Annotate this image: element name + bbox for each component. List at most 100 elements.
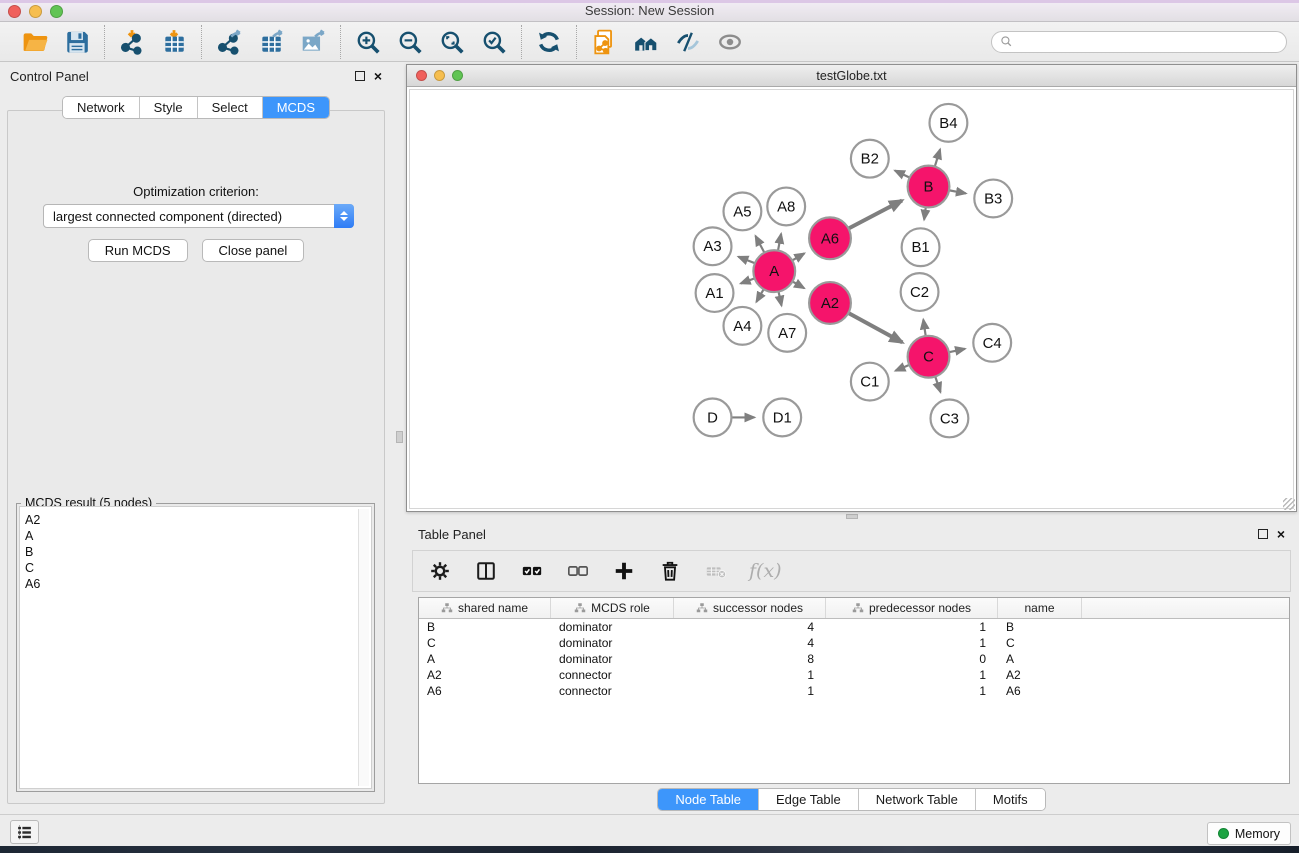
network-window-titlebar[interactable]: testGlobe.txt bbox=[407, 65, 1296, 87]
tab-select[interactable]: Select bbox=[198, 97, 263, 118]
close-panel-button[interactable]: Close panel bbox=[202, 239, 305, 262]
node-table[interactable]: shared nameMCDS rolesuccessor nodesprede… bbox=[418, 597, 1290, 784]
memory-button[interactable]: Memory bbox=[1207, 822, 1291, 845]
column-header-successor-nodes[interactable]: successor nodes bbox=[674, 598, 826, 618]
refresh-icon[interactable] bbox=[535, 28, 563, 56]
graph-node-B3[interactable]: B3 bbox=[974, 180, 1012, 218]
graph-node-B2[interactable]: B2 bbox=[851, 140, 889, 178]
resize-grip-icon[interactable] bbox=[1283, 498, 1295, 510]
close-panel-icon[interactable]: × bbox=[374, 71, 382, 81]
home-icon[interactable] bbox=[632, 28, 660, 56]
graph-edge bbox=[895, 364, 910, 370]
export-image-icon[interactable] bbox=[299, 28, 327, 56]
table-row[interactable]: Bdominator41B bbox=[419, 619, 1289, 635]
mcds-result-list[interactable]: A2ABCA6 bbox=[19, 506, 372, 789]
graph-node-C3[interactable]: C3 bbox=[931, 400, 969, 438]
zoom-out-icon[interactable] bbox=[396, 28, 424, 56]
graph-node-B[interactable]: B bbox=[908, 166, 950, 208]
graph-edge bbox=[948, 190, 966, 193]
graph-node-C4[interactable]: C4 bbox=[973, 324, 1011, 362]
svg-text:B: B bbox=[924, 179, 934, 196]
search-field[interactable] bbox=[991, 31, 1287, 53]
graph-node-A[interactable]: A bbox=[753, 250, 795, 292]
svg-text:B4: B4 bbox=[939, 115, 957, 132]
graph-node-B1[interactable]: B1 bbox=[902, 228, 940, 266]
graph-node-A3[interactable]: A3 bbox=[694, 227, 732, 265]
network-minimize-button[interactable] bbox=[434, 70, 445, 81]
tab-style[interactable]: Style bbox=[140, 97, 198, 118]
table-row[interactable]: A2connector11A2 bbox=[419, 667, 1289, 683]
tab-network[interactable]: Network bbox=[63, 97, 140, 118]
import-network-icon[interactable] bbox=[118, 28, 146, 56]
svg-text:A3: A3 bbox=[703, 238, 721, 255]
column-layout-icon[interactable] bbox=[473, 558, 499, 584]
task-history-button[interactable] bbox=[10, 820, 39, 844]
column-header-MCDS-role[interactable]: MCDS role bbox=[551, 598, 674, 618]
tab-node-table[interactable]: Node Table bbox=[658, 789, 759, 810]
graph-node-D[interactable]: D bbox=[694, 399, 732, 437]
graph-node-B4[interactable]: B4 bbox=[930, 104, 968, 142]
settings-gear-icon[interactable] bbox=[427, 558, 453, 584]
float-panel-icon[interactable] bbox=[355, 71, 365, 81]
save-icon[interactable] bbox=[63, 28, 91, 56]
scrollbar[interactable] bbox=[358, 509, 369, 786]
result-list-item[interactable]: B bbox=[25, 544, 371, 560]
zoom-selected-icon[interactable] bbox=[480, 28, 508, 56]
column-header-name[interactable]: name bbox=[998, 598, 1082, 618]
export-network-icon[interactable] bbox=[215, 28, 243, 56]
graph-edge bbox=[778, 234, 781, 252]
deselect-all-icon[interactable] bbox=[565, 558, 591, 584]
network-close-button[interactable] bbox=[416, 70, 427, 81]
network-zoom-button[interactable] bbox=[452, 70, 463, 81]
table-row[interactable]: Cdominator41C bbox=[419, 635, 1289, 651]
graph-node-D1[interactable]: D1 bbox=[763, 399, 801, 437]
table-body: Bdominator41BCdominator41CAdominator80AA… bbox=[419, 619, 1289, 699]
result-list-item[interactable]: C bbox=[25, 560, 371, 576]
column-header-predecessor-nodes[interactable]: predecessor nodes bbox=[826, 598, 998, 618]
vertical-splitter-handle[interactable] bbox=[396, 431, 403, 443]
graph-node-A1[interactable]: A1 bbox=[696, 274, 734, 312]
delete-table-icon[interactable] bbox=[703, 558, 729, 584]
float-table-panel-icon[interactable] bbox=[1258, 529, 1268, 539]
graph-node-A2[interactable]: A2 bbox=[809, 282, 851, 324]
desktop-background bbox=[0, 846, 1299, 853]
export-table-icon[interactable] bbox=[257, 28, 285, 56]
open-folder-icon[interactable] bbox=[21, 28, 49, 56]
search-input[interactable] bbox=[1018, 35, 1278, 49]
graph-node-A5[interactable]: A5 bbox=[724, 193, 762, 231]
table-row[interactable]: A6connector11A6 bbox=[419, 683, 1289, 699]
graph-node-C[interactable]: C bbox=[908, 336, 950, 378]
horizontal-splitter-handle[interactable] bbox=[846, 514, 858, 519]
select-all-icon[interactable] bbox=[519, 558, 545, 584]
graph-node-A8[interactable]: A8 bbox=[767, 188, 805, 226]
zoom-fit-icon[interactable] bbox=[438, 28, 466, 56]
graph-node-A7[interactable]: A7 bbox=[768, 314, 806, 352]
result-list-item[interactable]: A2 bbox=[25, 512, 371, 528]
run-mcds-button[interactable]: Run MCDS bbox=[88, 239, 188, 262]
dropdown-stepper-icon[interactable] bbox=[334, 204, 354, 228]
function-builder-icon[interactable]: f(x) bbox=[749, 560, 782, 582]
delete-row-icon[interactable] bbox=[657, 558, 683, 584]
graph-node-A4[interactable]: A4 bbox=[724, 307, 762, 345]
graph-node-C1[interactable]: C1 bbox=[851, 363, 889, 401]
import-table-icon[interactable] bbox=[160, 28, 188, 56]
column-header-shared-name[interactable]: shared name bbox=[419, 598, 551, 618]
copy-network-icon[interactable] bbox=[590, 28, 618, 56]
tab-edge-table[interactable]: Edge Table bbox=[759, 789, 859, 810]
table-row[interactable]: Adominator80A bbox=[419, 651, 1289, 667]
zoom-in-icon[interactable] bbox=[354, 28, 382, 56]
graph-node-A6[interactable]: A6 bbox=[809, 217, 851, 259]
graph-node-C2[interactable]: C2 bbox=[901, 273, 939, 311]
tab-mcds[interactable]: MCDS bbox=[263, 97, 329, 118]
tab-network-table[interactable]: Network Table bbox=[859, 789, 976, 810]
network-canvas[interactable]: A A1 A2 A3 A4 A5 A6 A7 A8 B B1 B2 B3 B4 C C1 C2 C3C4 D D1 bbox=[409, 89, 1294, 509]
hide-details-icon[interactable] bbox=[674, 28, 702, 56]
result-list-item[interactable]: A6 bbox=[25, 576, 371, 592]
svg-text:B1: B1 bbox=[911, 239, 929, 256]
close-table-panel-icon[interactable]: × bbox=[1277, 529, 1285, 539]
result-list-item[interactable]: A bbox=[25, 528, 371, 544]
eye-icon[interactable] bbox=[716, 28, 744, 56]
tab-motifs[interactable]: Motifs bbox=[976, 789, 1045, 810]
add-row-icon[interactable] bbox=[611, 558, 637, 584]
optimization-dropdown[interactable]: largest connected component (directed) bbox=[43, 204, 354, 228]
